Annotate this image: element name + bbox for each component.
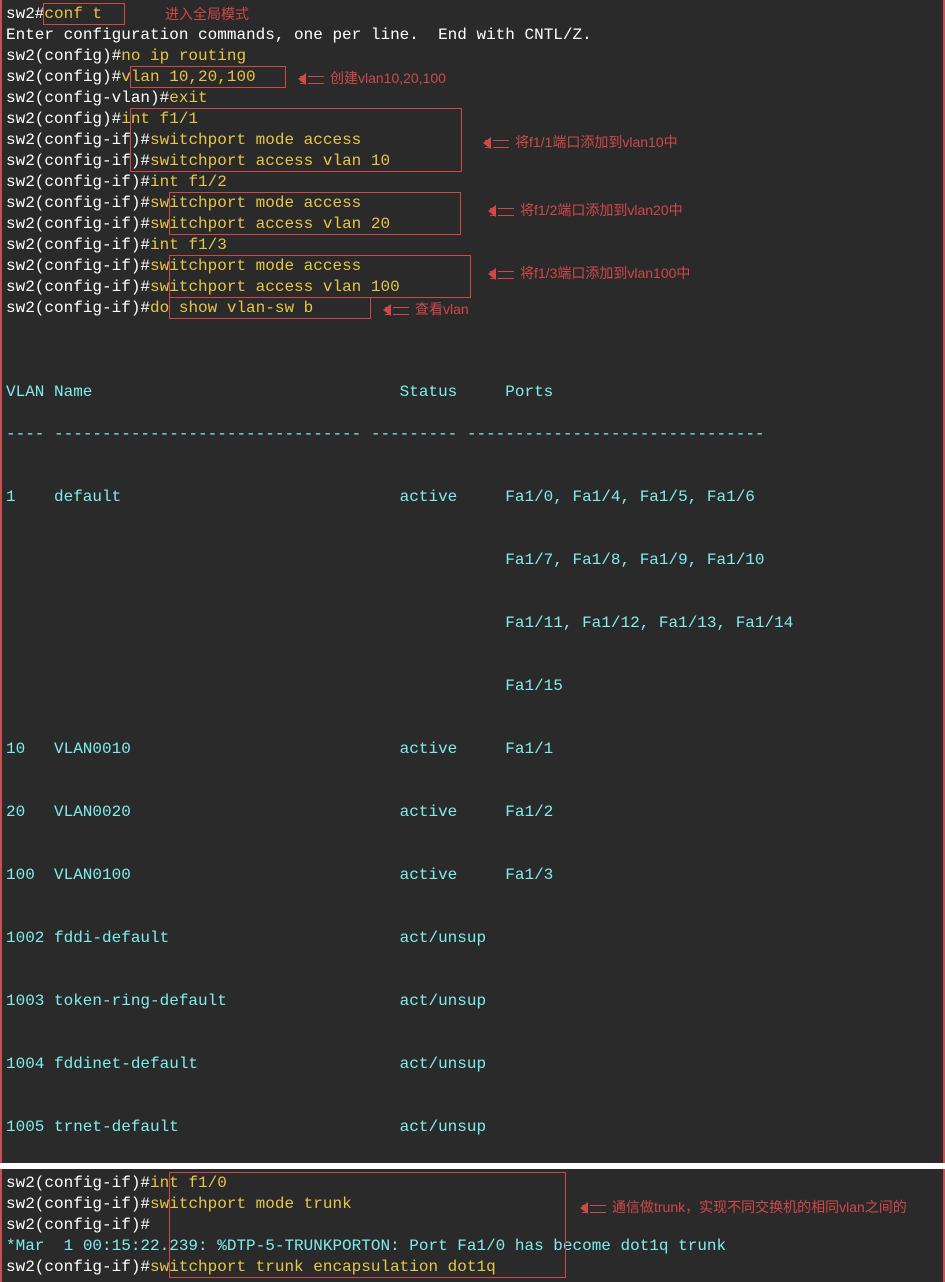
col-status: Status	[400, 382, 506, 403]
cmd-sw-access-v100: switchport access vlan 100	[150, 278, 400, 296]
cmd-int-f11: int f1/1	[121, 110, 198, 128]
cmd-int-f13: int f1/3	[150, 236, 227, 254]
prompt: sw2(config-if)#	[6, 1216, 150, 1234]
arrow-left-icon	[377, 305, 409, 315]
anno-v20: 将f1/2端口添加到vlan20中	[482, 200, 683, 221]
cmd-conf-t: conf t	[44, 5, 102, 23]
prompt: sw2(config-vlan)#	[6, 89, 169, 107]
terminal-top: sw2#conf t Enter configuration commands,…	[0, 0, 945, 1163]
table-row: 10VLAN0010activeFa1/1	[6, 718, 939, 760]
anno-v100: 将f1/3端口添加到vlan100中	[482, 263, 690, 284]
table-row: 20VLAN0020activeFa1/2	[6, 781, 939, 823]
prompt: sw2(config-if)#	[6, 257, 150, 275]
cmd-do-show: do show vlan-sw b	[150, 299, 313, 317]
cli-line: Enter configuration commands, one per li…	[6, 26, 592, 44]
table-row: 1004fddinet-defaultact/unsup	[6, 1033, 939, 1075]
prompt: sw2(config)#	[6, 110, 121, 128]
prompt: sw2(config-if)#	[6, 152, 150, 170]
table-row: Fa1/15	[6, 655, 939, 697]
col-name: Name	[54, 382, 400, 403]
arrow-left-icon	[482, 206, 514, 216]
prompt: sw2(config-if)#	[6, 299, 150, 317]
arrow-left-icon	[482, 269, 514, 279]
prompt: sw2(config-if)#	[6, 1174, 150, 1192]
cmd-int-f10: int f1/0	[150, 1174, 227, 1192]
table-row: 1003token-ring-defaultact/unsup	[6, 970, 939, 1012]
prompt: sw2(config-if)#	[6, 215, 150, 233]
table-row: 100VLAN0100activeFa1/3	[6, 844, 939, 886]
arrow-left-icon	[292, 74, 324, 84]
log-trunkporton: *Mar 1 00:15:22.239: %DTP-5-TRUNKPORTON:…	[6, 1237, 726, 1255]
arrow-left-icon	[574, 1203, 606, 1213]
table-row: 1defaultactiveFa1/0, Fa1/4, Fa1/5, Fa1/6	[6, 466, 939, 508]
prompt: sw2(config-if)#	[6, 278, 150, 296]
cli-output: sw2#conf t Enter configuration commands,…	[6, 4, 939, 319]
col-vlan: VLAN	[6, 382, 54, 403]
anno-trunk: 通信做trunk，实现不同交换机的相同vlan之间的	[574, 1197, 914, 1218]
prompt: sw2(config-if)#	[6, 173, 150, 191]
table-row: Fa1/11, Fa1/12, Fa1/13, Fa1/14	[6, 592, 939, 634]
table-sep: ---- -------------------------------- --…	[6, 424, 939, 445]
cmd-sw-access-v10: switchport access vlan 10	[150, 152, 390, 170]
cmd-sw-access-v20: switchport access vlan 20	[150, 215, 390, 233]
cli-output: sw2(config-if)#int f1/0 sw2(config-if)#s…	[6, 1173, 939, 1278]
cmd-sw-mode-access: switchport mode access	[150, 131, 361, 149]
table-row: Fa1/7, Fa1/8, Fa1/9, Fa1/10	[6, 529, 939, 571]
col-ports: Ports	[505, 382, 889, 403]
anno-show: 查看vlan	[377, 299, 469, 320]
prompt: sw2(config-if)#	[6, 1195, 150, 1213]
prompt: sw2(config)#	[6, 47, 121, 65]
cmd-int-f12: int f1/2	[150, 173, 227, 191]
cmd-no-ip-routing: no ip routing	[121, 47, 246, 65]
cmd-sw-mode-access: switchport mode access	[150, 194, 361, 212]
vlan-table: VLANNameStatusPorts ---- ---------------…	[6, 340, 939, 1159]
cmd-exit: exit	[169, 89, 207, 107]
prompt: sw2#	[6, 5, 44, 23]
cmd-vlan: vlan 10,20,100	[121, 68, 255, 86]
prompt: sw2(config-if)#	[6, 194, 150, 212]
cmd-sw-mode-trunk: switchport mode trunk	[150, 1195, 352, 1213]
prompt: sw2(config-if)#	[6, 1258, 150, 1276]
cmd-sw-mode-access: switchport mode access	[150, 257, 361, 275]
cmd-sw-trunk-encap: switchport trunk encapsulation dot1q	[150, 1258, 496, 1276]
anno-v10: 将f1/1端口添加到vlan10中	[477, 132, 678, 153]
table-row: 1005trnet-defaultact/unsup	[6, 1096, 939, 1138]
anno-vlan: 创建vlan10,20,100	[292, 68, 446, 89]
anno-global: 进入全局模式	[165, 4, 249, 25]
prompt: sw2(config-if)#	[6, 131, 150, 149]
prompt: sw2(config-if)#	[6, 236, 150, 254]
terminal-bottom: sw2(config-if)#int f1/0 sw2(config-if)#s…	[0, 1169, 945, 1282]
table-row: 1002fddi-defaultact/unsup	[6, 907, 939, 949]
arrow-left-icon	[477, 138, 509, 148]
prompt: sw2(config)#	[6, 68, 121, 86]
